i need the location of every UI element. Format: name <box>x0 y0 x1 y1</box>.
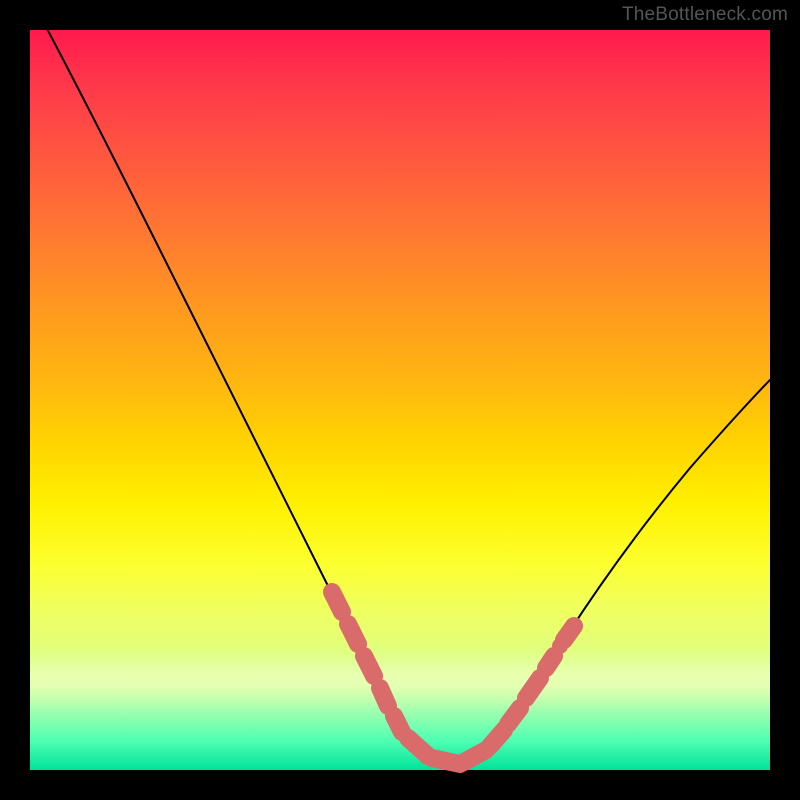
watermark-text: TheBottleneck.com <box>622 4 788 26</box>
marker-seg <box>364 656 374 676</box>
marker-seg <box>394 716 402 732</box>
chart-stage: TheBottleneck.com <box>0 0 800 800</box>
marker-seg <box>490 730 504 746</box>
marker-seg <box>332 592 342 612</box>
marker-seg <box>464 750 486 762</box>
marker-seg <box>526 678 540 698</box>
plot-area <box>30 30 770 770</box>
marker-seg <box>380 688 388 706</box>
bottleneck-curve <box>45 25 770 769</box>
curve-svg <box>30 30 770 770</box>
marker-seg <box>564 626 574 640</box>
marker-group <box>332 592 574 764</box>
marker-seg <box>348 624 358 644</box>
marker-seg <box>546 656 554 668</box>
marker-seg <box>508 708 520 724</box>
